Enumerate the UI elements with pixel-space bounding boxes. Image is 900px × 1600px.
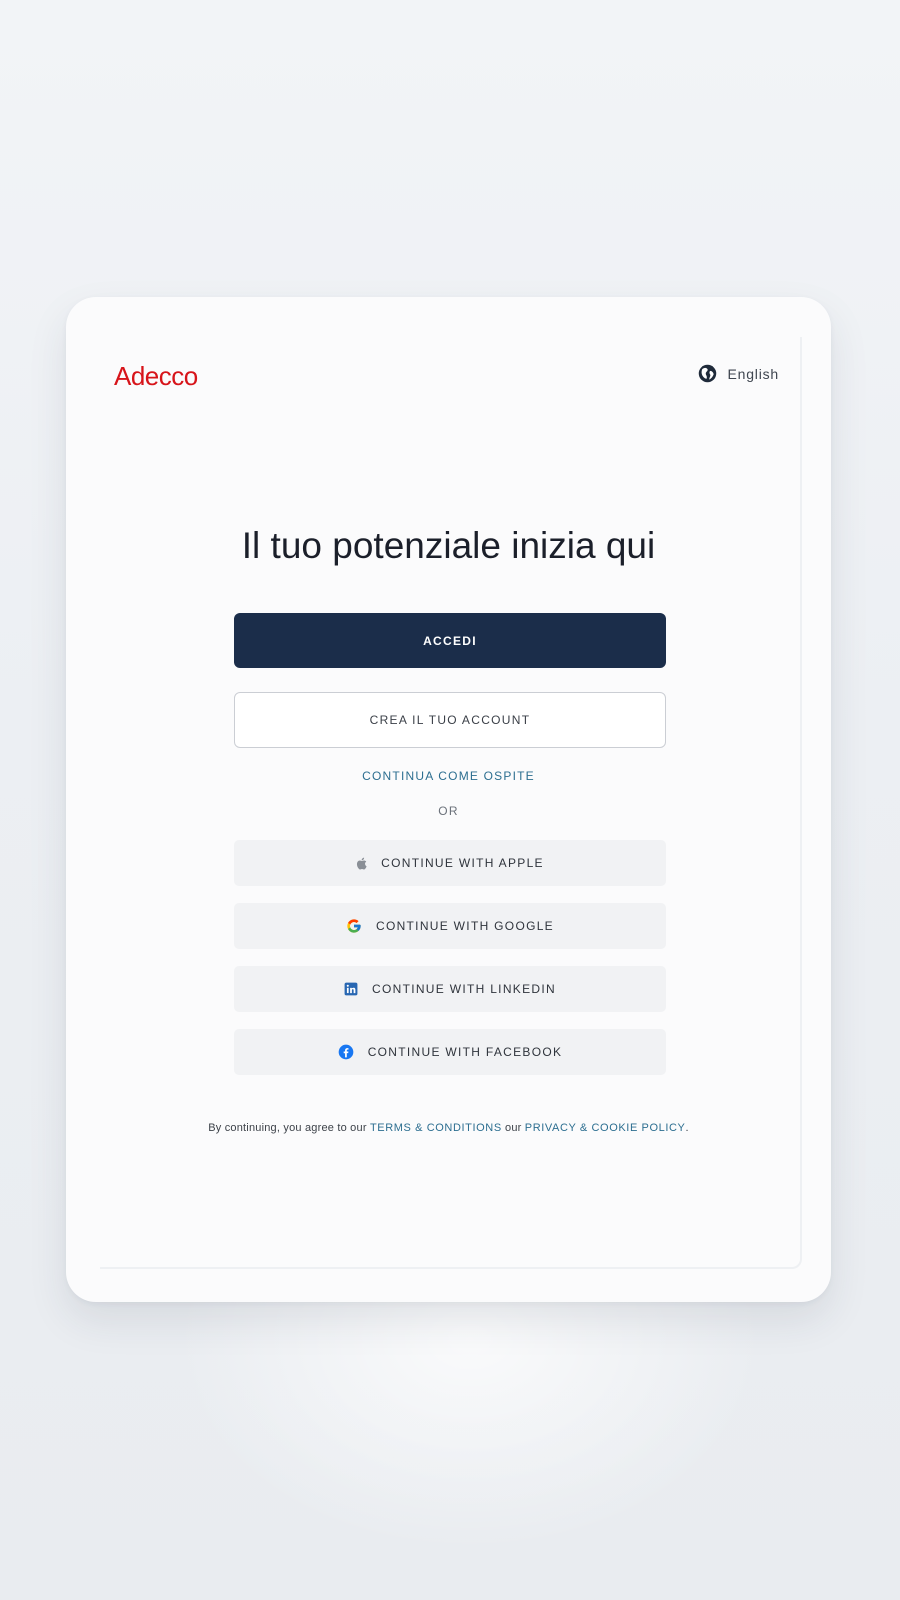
or-divider: OR — [438, 804, 459, 818]
legal-middle: our — [501, 1122, 525, 1134]
language-label: English — [727, 365, 779, 382]
continue-with-linkedin-button[interactable]: CONTINUE WITH LINKEDIN — [234, 966, 666, 1012]
continue-with-google-button[interactable]: CONTINUE WITH GOOGLE — [234, 903, 666, 949]
continue-as-guest-link[interactable]: CONTINUA COME OSPITE — [66, 769, 831, 783]
legal-prefix: By continuing, you agree to our — [208, 1122, 370, 1134]
apple-icon — [356, 857, 367, 870]
continue-with-linkedin-label: CONTINUE WITH LINKEDIN — [372, 982, 556, 996]
login-card: Adecco English Il tuo potenziale inizia … — [66, 297, 831, 1302]
continue-with-facebook-label: CONTINUE WITH FACEBOOK — [367, 1045, 563, 1059]
globe-icon — [697, 363, 718, 384]
google-icon — [346, 918, 362, 934]
privacy-policy-link[interactable]: PRIVACY & COOKIE POLICY — [525, 1122, 686, 1134]
legal-notice: By continuing, you agree to our TERMS & … — [66, 1122, 831, 1134]
linkedin-icon — [344, 982, 358, 996]
page-title: Il tuo potenziale inizia qui — [241, 525, 656, 566]
facebook-icon — [338, 1044, 354, 1060]
adecco-logo: Adecco — [114, 361, 198, 391]
continue-with-facebook-button[interactable]: CONTINUE WITH FACEBOOK — [234, 1029, 666, 1075]
continue-with-apple-button[interactable]: CONTINUE WITH APPLE — [234, 840, 666, 886]
login-button[interactable]: ACCEDI — [234, 613, 666, 668]
legal-suffix: . — [685, 1122, 689, 1134]
continue-with-apple-label: CONTINUE WITH APPLE — [381, 856, 544, 870]
create-account-button[interactable]: CREA IL TUO ACCOUNT — [234, 692, 666, 748]
language-selector[interactable]: English — [697, 363, 779, 384]
continue-with-google-label: CONTINUE WITH GOOGLE — [375, 919, 554, 933]
terms-link[interactable]: TERMS & CONDITIONS — [370, 1122, 502, 1134]
